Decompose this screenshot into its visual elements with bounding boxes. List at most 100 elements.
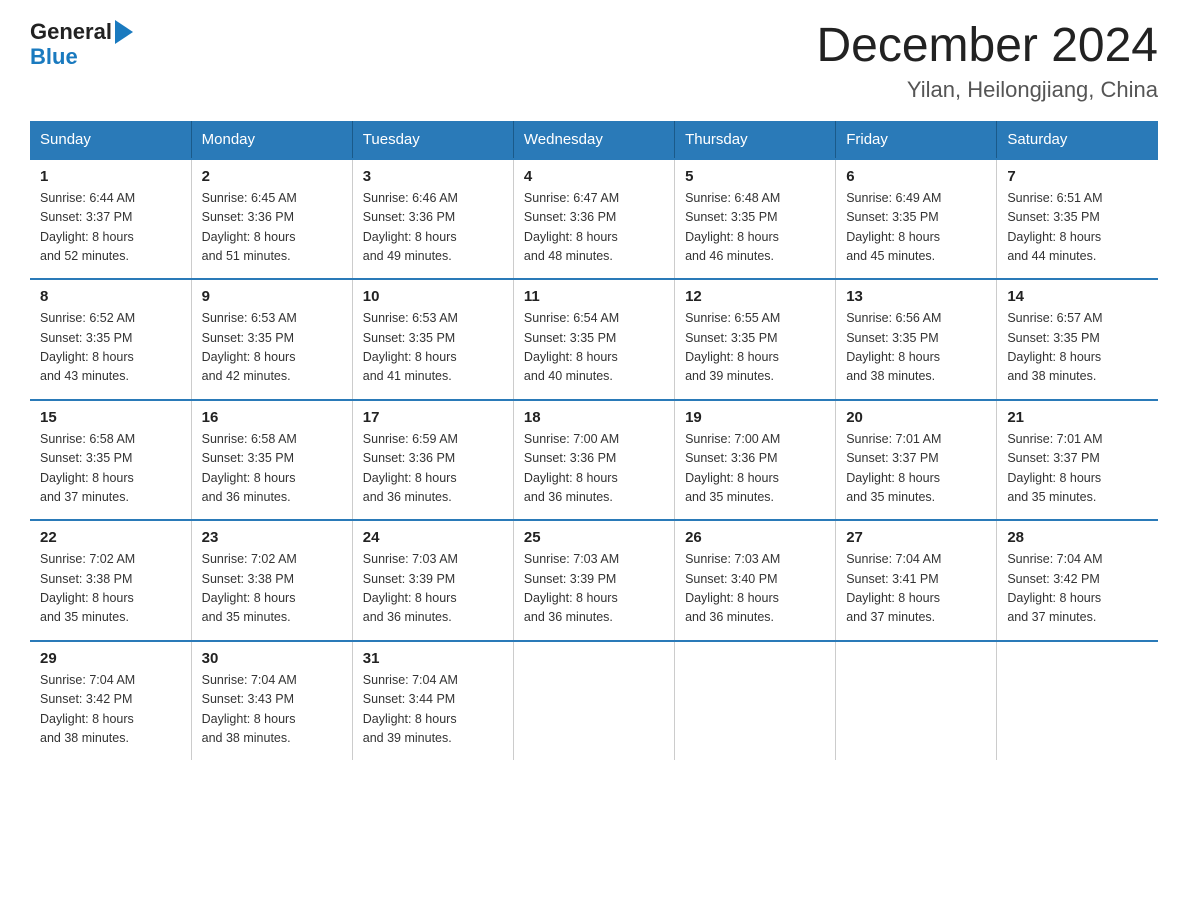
day-info: Sunrise: 6:49 AMSunset: 3:35 PMDaylight:… — [846, 189, 986, 267]
header-sunday: Sunday — [30, 121, 191, 159]
day-info: Sunrise: 6:45 AMSunset: 3:36 PMDaylight:… — [202, 189, 342, 267]
day-number: 7 — [1007, 168, 1148, 185]
week-row-4: 22 Sunrise: 7:02 AMSunset: 3:38 PMDayligh… — [30, 520, 1158, 641]
calendar-header: SundayMondayTuesdayWednesdayThursdayFrid… — [30, 121, 1158, 159]
day-number: 20 — [846, 409, 986, 426]
day-number: 18 — [524, 409, 664, 426]
day-info: Sunrise: 7:01 AMSunset: 3:37 PMDaylight:… — [846, 430, 986, 508]
header-saturday: Saturday — [997, 121, 1158, 159]
day-number: 29 — [40, 650, 181, 667]
day-cell: 22Sunrise: 7:02 AMSunset: 3:38 PMDayligh… — [30, 520, 191, 641]
day-cell: 6 Sunrise: 6:49 AMSunset: 3:35 PMDaylight… — [836, 159, 997, 280]
day-cell: 17Sunrise: 6:59 AMSunset: 3:36 PMDayligh… — [352, 400, 513, 521]
day-number: 31 — [363, 650, 503, 667]
day-info: Sunrise: 6:56 AMSunset: 3:35 PMDaylight:… — [846, 309, 986, 387]
day-number: 3 — [363, 168, 503, 185]
day-cell: 7 Sunrise: 6:51 AMSunset: 3:35 PMDaylight… — [997, 159, 1158, 280]
day-cell: 2Sunrise: 6:45 AMSunset: 3:36 PMDaylight… — [191, 159, 352, 280]
day-number: 27 — [846, 529, 986, 546]
day-number: 26 — [685, 529, 825, 546]
day-info: Sunrise: 6:44 AMSunset: 3:37 PMDaylight:… — [40, 189, 181, 267]
day-info: Sunrise: 6:51 AMSunset: 3:35 PMDaylight:… — [1007, 189, 1148, 267]
day-number: 9 — [202, 288, 342, 305]
week-row-3: 15Sunrise: 6:58 AMSunset: 3:35 PMDayligh… — [30, 400, 1158, 521]
week-row-5: 29 Sunrise: 7:04 AMSunset: 3:42 PMDayligh… — [30, 641, 1158, 761]
week-row-2: 8 Sunrise: 6:52 AMSunset: 3:35 PMDaylight… — [30, 279, 1158, 400]
day-info: Sunrise: 6:53 AMSunset: 3:35 PMDaylight:… — [363, 309, 503, 387]
day-cell: 25 Sunrise: 7:03 AMSunset: 3:39 PMDayligh… — [513, 520, 674, 641]
day-info: Sunrise: 7:04 AMSunset: 3:41 PMDaylight:… — [846, 550, 986, 628]
day-info: Sunrise: 7:02 AMSunset: 3:38 PMDaylight:… — [202, 550, 342, 628]
day-cell: 19 Sunrise: 7:00 AMSunset: 3:36 PMDayligh… — [675, 400, 836, 521]
header-wednesday: Wednesday — [513, 121, 674, 159]
day-info: Sunrise: 6:53 AMSunset: 3:35 PMDaylight:… — [202, 309, 342, 387]
week-row-1: 1 Sunrise: 6:44 AMSunset: 3:37 PMDaylight… — [30, 159, 1158, 280]
day-cell: 5 Sunrise: 6:48 AMSunset: 3:35 PMDaylight… — [675, 159, 836, 280]
day-info: Sunrise: 6:54 AMSunset: 3:35 PMDaylight:… — [524, 309, 664, 387]
day-number: 11 — [524, 288, 664, 305]
day-info: Sunrise: 6:47 AMSunset: 3:36 PMDaylight:… — [524, 189, 664, 267]
day-number: 24 — [363, 529, 503, 546]
day-cell: 23 Sunrise: 7:02 AMSunset: 3:38 PMDayligh… — [191, 520, 352, 641]
day-info: Sunrise: 7:03 AMSunset: 3:39 PMDaylight:… — [524, 550, 664, 628]
day-cell: 26 Sunrise: 7:03 AMSunset: 3:40 PMDayligh… — [675, 520, 836, 641]
day-cell: 18 Sunrise: 7:00 AMSunset: 3:36 PMDayligh… — [513, 400, 674, 521]
day-cell: 21Sunrise: 7:01 AMSunset: 3:37 PMDayligh… — [997, 400, 1158, 521]
day-info: Sunrise: 7:01 AMSunset: 3:37 PMDaylight:… — [1007, 430, 1148, 508]
day-cell: 27 Sunrise: 7:04 AMSunset: 3:41 PMDayligh… — [836, 520, 997, 641]
day-cell: 24 Sunrise: 7:03 AMSunset: 3:39 PMDayligh… — [352, 520, 513, 641]
header-thursday: Thursday — [675, 121, 836, 159]
page-title: December 2024 — [816, 20, 1158, 73]
day-cell: 30Sunrise: 7:04 AMSunset: 3:43 PMDayligh… — [191, 641, 352, 761]
header-friday: Friday — [836, 121, 997, 159]
day-cell: 14Sunrise: 6:57 AMSunset: 3:35 PMDayligh… — [997, 279, 1158, 400]
day-number: 12 — [685, 288, 825, 305]
day-number: 16 — [202, 409, 342, 426]
day-number: 25 — [524, 529, 664, 546]
day-info: Sunrise: 7:04 AMSunset: 3:42 PMDaylight:… — [40, 671, 181, 749]
day-cell: 15Sunrise: 6:58 AMSunset: 3:35 PMDayligh… — [30, 400, 191, 521]
logo: General Blue — [30, 20, 133, 70]
day-cell: 11 Sunrise: 6:54 AMSunset: 3:35 PMDayligh… — [513, 279, 674, 400]
day-info: Sunrise: 7:03 AMSunset: 3:39 PMDaylight:… — [363, 550, 503, 628]
day-info: Sunrise: 7:04 AMSunset: 3:44 PMDaylight:… — [363, 671, 503, 749]
day-number: 10 — [363, 288, 503, 305]
day-cell: 20 Sunrise: 7:01 AMSunset: 3:37 PMDayligh… — [836, 400, 997, 521]
day-info: Sunrise: 7:00 AMSunset: 3:36 PMDaylight:… — [524, 430, 664, 508]
day-cell: 4Sunrise: 6:47 AMSunset: 3:36 PMDaylight… — [513, 159, 674, 280]
day-number: 22 — [40, 529, 181, 546]
logo-blue-text: Blue — [30, 44, 78, 70]
day-info: Sunrise: 6:52 AMSunset: 3:35 PMDaylight:… — [40, 309, 181, 387]
day-cell — [513, 641, 674, 761]
day-number: 8 — [40, 288, 181, 305]
day-info: Sunrise: 6:58 AMSunset: 3:35 PMDaylight:… — [202, 430, 342, 508]
day-cell: 29 Sunrise: 7:04 AMSunset: 3:42 PMDayligh… — [30, 641, 191, 761]
title-block: December 2024 Yilan, Heilongjiang, China — [816, 20, 1158, 103]
day-cell: 28Sunrise: 7:04 AMSunset: 3:42 PMDayligh… — [997, 520, 1158, 641]
day-info: Sunrise: 6:59 AMSunset: 3:36 PMDaylight:… — [363, 430, 503, 508]
day-cell: 12Sunrise: 6:55 AMSunset: 3:35 PMDayligh… — [675, 279, 836, 400]
day-cell — [836, 641, 997, 761]
day-info: Sunrise: 6:58 AMSunset: 3:35 PMDaylight:… — [40, 430, 181, 508]
page-subtitle: Yilan, Heilongjiang, China — [816, 77, 1158, 103]
day-cell: 16 Sunrise: 6:58 AMSunset: 3:35 PMDayligh… — [191, 400, 352, 521]
day-number: 6 — [846, 168, 986, 185]
day-cell: 3Sunrise: 6:46 AMSunset: 3:36 PMDaylight… — [352, 159, 513, 280]
day-info: Sunrise: 6:57 AMSunset: 3:35 PMDaylight:… — [1007, 309, 1148, 387]
day-number: 23 — [202, 529, 342, 546]
day-cell — [997, 641, 1158, 761]
day-number: 13 — [846, 288, 986, 305]
day-info: Sunrise: 6:48 AMSunset: 3:35 PMDaylight:… — [685, 189, 825, 267]
day-number: 19 — [685, 409, 825, 426]
day-cell: 31 Sunrise: 7:04 AMSunset: 3:44 PMDayligh… — [352, 641, 513, 761]
day-cell: 1 Sunrise: 6:44 AMSunset: 3:37 PMDaylight… — [30, 159, 191, 280]
header-row: SundayMondayTuesdayWednesdayThursdayFrid… — [30, 121, 1158, 159]
day-number: 5 — [685, 168, 825, 185]
day-info: Sunrise: 7:00 AMSunset: 3:36 PMDaylight:… — [685, 430, 825, 508]
day-info: Sunrise: 7:04 AMSunset: 3:42 PMDaylight:… — [1007, 550, 1148, 628]
day-cell: 9 Sunrise: 6:53 AMSunset: 3:35 PMDaylight… — [191, 279, 352, 400]
day-info: Sunrise: 7:03 AMSunset: 3:40 PMDaylight:… — [685, 550, 825, 628]
day-number: 1 — [40, 168, 181, 185]
header-tuesday: Tuesday — [352, 121, 513, 159]
logo-arrow-icon — [115, 20, 133, 44]
